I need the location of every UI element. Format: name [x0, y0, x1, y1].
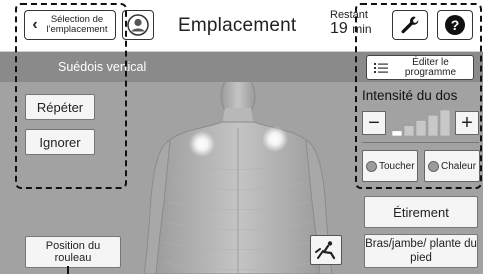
heat-toggle-button[interactable]: Chaleur	[424, 150, 480, 182]
user-avatar-icon	[127, 14, 149, 36]
back-intensity-label: Intensité du dos	[362, 88, 458, 103]
recline-button[interactable]	[310, 235, 342, 265]
intensity-level-bar	[392, 130, 403, 136]
heat-label: Chaleur	[441, 160, 477, 172]
touch-label: Toucher	[379, 160, 415, 172]
intensity-level-bar	[403, 125, 415, 136]
page-title: Emplacement	[178, 15, 297, 36]
recline-chair-icon	[315, 241, 336, 260]
intensity-level-bar	[415, 120, 427, 136]
intensity-increase-button[interactable]: +	[455, 111, 479, 135]
heat-indicator-icon	[428, 160, 439, 172]
callout-tick	[67, 266, 69, 274]
intensity-level-bar	[427, 114, 439, 136]
arm-leg-sole-button[interactable]: Bras/jambe/ plante du pied	[364, 234, 478, 268]
repeat-button[interactable]: Répéter	[25, 94, 95, 120]
roller-position-button[interactable]: Position du rouleau	[25, 236, 121, 268]
massage-chair-screen: ‹ Sélection de l'emplacement Emplacement…	[0, 0, 483, 274]
intensity-level-bar	[439, 110, 450, 136]
divider	[362, 142, 479, 143]
intensity-decrease-button[interactable]: −	[362, 111, 386, 135]
touch-indicator-icon	[366, 160, 377, 172]
remaining-minutes: 19	[330, 20, 348, 37]
touch-toggle-button[interactable]: Toucher	[362, 150, 418, 182]
stretch-button[interactable]: Étirement	[364, 196, 478, 228]
intensity-level-indicator	[392, 110, 450, 136]
skip-button[interactable]: Ignorer	[25, 129, 95, 155]
